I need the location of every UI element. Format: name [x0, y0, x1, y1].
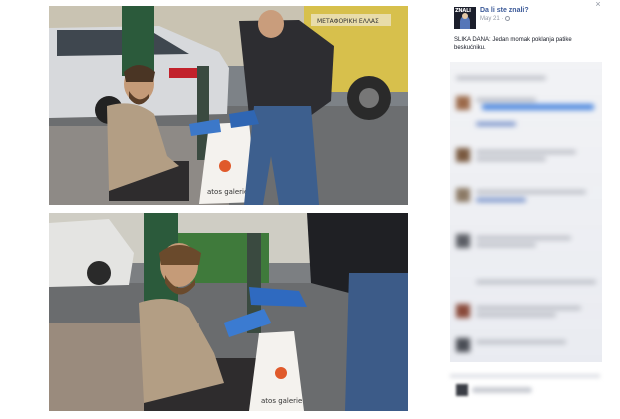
page-avatar[interactable]: ZNALI	[454, 7, 476, 29]
post-photo-bottom[interactable]: atos galerie	[49, 213, 408, 411]
post-photo-top[interactable]: ΜΕΤΑΦΟΡΙΚΗ ΕΛΛΑΣ atos galerie	[49, 6, 408, 205]
globe-icon	[505, 16, 511, 21]
avatar-head	[462, 13, 468, 19]
post-date[interactable]: May 21 ·	[480, 16, 503, 22]
page-name-link[interactable]: Da li ste znali?	[480, 7, 529, 14]
comment-row	[456, 234, 598, 250]
post-meta: May 21 ·	[480, 16, 511, 22]
photo-bottom-scene: atos galerie	[49, 213, 408, 411]
close-icon[interactable]: ×	[593, 0, 603, 9]
comment-input-divider	[450, 374, 600, 378]
comment-row	[456, 304, 598, 320]
bag-text-bottom: atos galerie	[261, 397, 302, 405]
truck-sign-text: ΜΕΤΑΦΟΡΙΚΗ ΕΛΛΑΣ	[317, 18, 379, 25]
comment-row	[456, 96, 598, 112]
bag-text-top: atos galerie	[207, 188, 248, 196]
photo-top-scene: ΜΕΤΑΦΟΡΙΚΗ ΕΛΛΑΣ atos galerie	[49, 6, 408, 205]
comment-row	[456, 338, 598, 354]
comment-row	[456, 148, 598, 164]
comment-row	[456, 278, 598, 294]
comments-blur	[450, 62, 602, 362]
comment-row	[456, 72, 598, 88]
comment-row	[456, 188, 598, 204]
comments-area-blurred	[450, 62, 602, 362]
user-avatar	[456, 384, 468, 396]
comment-row	[456, 122, 598, 138]
comment-input[interactable]	[472, 387, 532, 393]
post-text: SLIKA DANA: Jedan momak poklanja patike …	[454, 37, 572, 51]
